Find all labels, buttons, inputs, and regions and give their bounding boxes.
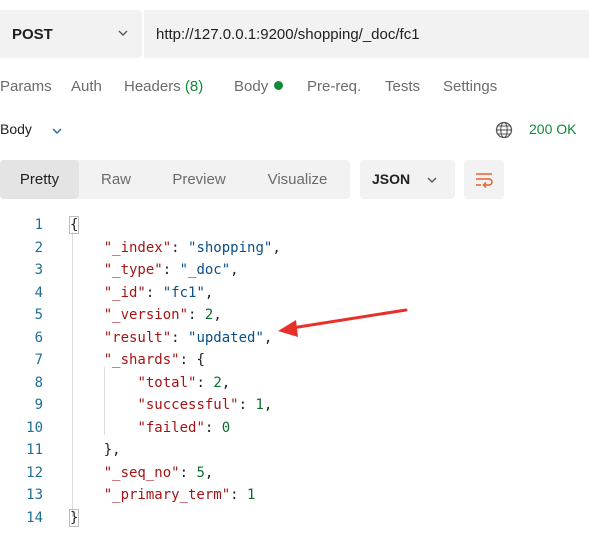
line-number: 10 <box>26 419 43 436</box>
url-text: http://127.0.0.1:9200/shopping/_doc/fc1 <box>156 25 420 43</box>
headers-count: (8) <box>184 78 204 95</box>
tab-raw[interactable]: Raw <box>79 160 153 199</box>
json-key: "_index" <box>103 239 172 256</box>
globe-icon[interactable] <box>495 121 513 139</box>
json-string: "_doc" <box>179 262 231 278</box>
json-string: "shopping" <box>188 239 273 256</box>
format-selector[interactable]: JSON <box>360 160 455 199</box>
json-key: "_shards" <box>103 352 180 368</box>
url-input[interactable]: http://127.0.0.1:9200/shopping/_doc/fc1 <box>144 10 589 58</box>
line-number: 12 <box>26 464 43 481</box>
response-section-label[interactable]: Body <box>0 121 32 137</box>
wrap-lines-button[interactable] <box>464 160 504 199</box>
line-number: 4 <box>34 284 43 301</box>
json-key: "_seq_no" <box>103 464 180 481</box>
tab-params[interactable]: Params <box>0 78 52 95</box>
close-brace: }, <box>103 442 121 458</box>
status-badge: 200 OK <box>529 121 577 137</box>
line-number: 8 <box>34 374 43 391</box>
method-label: POST <box>12 25 53 43</box>
tab-visualize[interactable]: Visualize <box>245 160 350 199</box>
request-bar: POST http://127.0.0.1:9200/shopping/_doc… <box>0 10 589 58</box>
tab-prereq[interactable]: Pre-req. <box>307 78 361 95</box>
wrap-lines-icon <box>476 173 493 189</box>
tab-auth[interactable]: Auth <box>71 78 102 95</box>
line-number: 5 <box>34 307 43 323</box>
json-string: "updated" <box>188 329 264 346</box>
line-number: 13 <box>26 487 43 503</box>
line-number: 7 <box>34 352 43 368</box>
tab-body-label: Body <box>234 78 269 95</box>
line-number: 3 <box>34 262 43 278</box>
line-number: 2 <box>34 239 43 256</box>
body-indicator-dot <box>274 81 284 90</box>
json-key: "_type" <box>103 262 163 278</box>
json-key: "successful" <box>137 397 239 413</box>
json-key: "_primary_term" <box>103 487 231 503</box>
json-number: 1 <box>247 487 256 503</box>
tab-tests[interactable]: Tests <box>385 78 420 95</box>
json-key: "result" <box>103 329 172 346</box>
line-number: 11 <box>26 442 43 458</box>
open-brace: { <box>196 352 205 368</box>
tab-pretty[interactable]: Pretty <box>0 160 79 199</box>
tab-headers[interactable]: Headers (8) <box>124 78 203 95</box>
line-number: 14 <box>26 509 43 526</box>
json-number: 0 <box>221 419 231 436</box>
json-key: "_id" <box>103 284 146 301</box>
json-key: "failed" <box>137 419 205 436</box>
tab-preview[interactable]: Preview <box>153 160 245 199</box>
json-number: 2 <box>213 374 222 391</box>
chevron-down-icon[interactable] <box>51 125 63 137</box>
chevron-down-icon <box>427 177 437 183</box>
view-mode-tabs: Pretty Raw Preview Visualize <box>0 160 350 199</box>
open-brace: { <box>68 216 80 234</box>
close-brace: } <box>68 508 80 527</box>
tab-body[interactable]: Body <box>234 78 284 95</box>
method-selector[interactable]: POST <box>0 10 142 58</box>
tab-headers-label: Headers <box>124 78 181 95</box>
json-number: 5 <box>196 464 205 481</box>
json-number: 1 <box>255 397 264 413</box>
json-key: "_version" <box>103 307 189 323</box>
tab-settings[interactable]: Settings <box>443 78 497 95</box>
json-key: "total" <box>137 374 197 391</box>
chevron-down-icon <box>118 30 128 36</box>
line-number: 9 <box>34 397 43 413</box>
json-string: "fc1" <box>162 284 205 301</box>
line-number: 1 <box>34 217 43 233</box>
format-label: JSON <box>372 171 411 187</box>
line-number: 6 <box>34 329 43 346</box>
